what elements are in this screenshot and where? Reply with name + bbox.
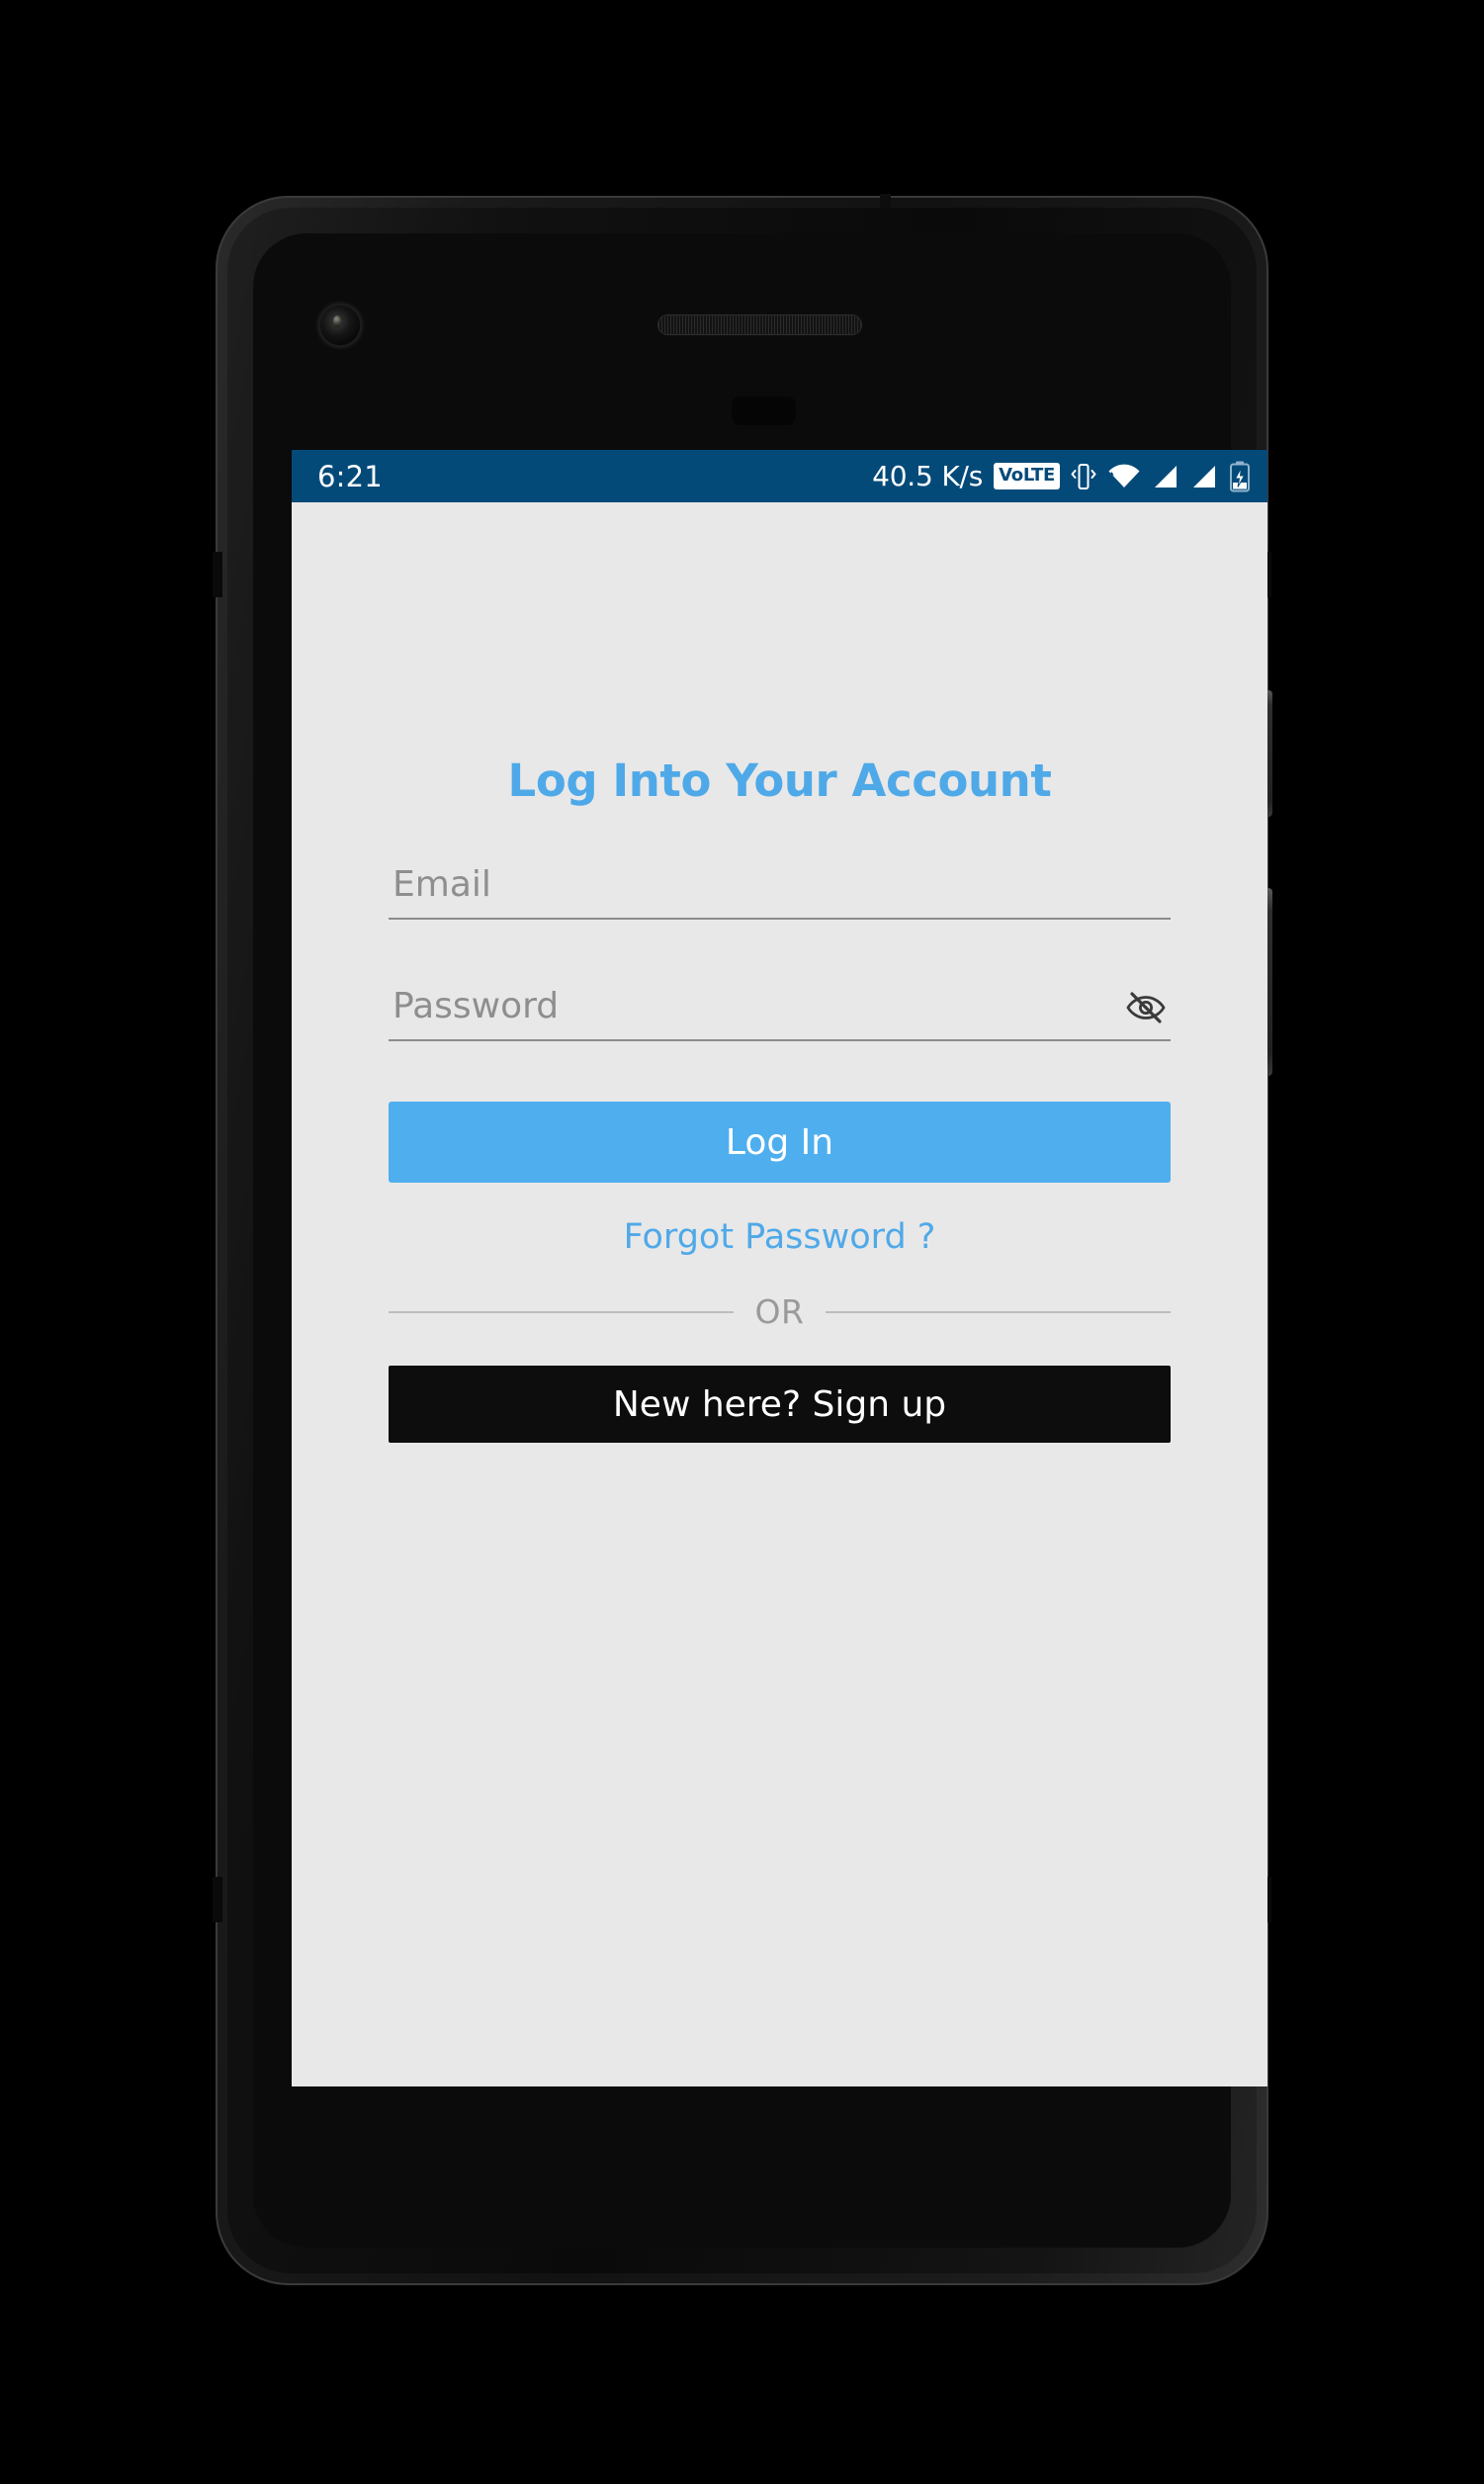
phone-screen: 6:21 40.5 K/s VoLTE Log Into Your Accoun… bbox=[292, 450, 1267, 2086]
proximity-sensor-icon bbox=[732, 397, 796, 425]
signup-button[interactable]: New here? Sign up bbox=[389, 1366, 1171, 1443]
or-divider: OR bbox=[389, 1292, 1171, 1331]
signal-sim1-icon bbox=[1152, 463, 1179, 490]
email-field[interactable] bbox=[389, 864, 1171, 920]
front-camera-icon bbox=[320, 306, 360, 345]
wifi-icon bbox=[1107, 463, 1141, 490]
status-bar-clock: 6:21 bbox=[317, 459, 383, 493]
volte-badge-icon: VoLTE bbox=[994, 463, 1060, 489]
status-bar-indicators: 40.5 K/s VoLTE bbox=[872, 460, 1251, 492]
network-speed-text: 40.5 K/s bbox=[872, 460, 984, 492]
phone-device-frame: 6:21 40.5 K/s VoLTE Log Into Your Accoun… bbox=[213, 194, 1272, 2285]
phone-inner-bezel: 6:21 40.5 K/s VoLTE Log Into Your Accoun… bbox=[227, 208, 1267, 2273]
login-screen-body: Log Into Your Account Email Log In Forgo… bbox=[292, 502, 1267, 2086]
login-form: Log Into Your Account Email Log In Forgo… bbox=[292, 754, 1267, 1443]
forgot-password-link[interactable]: Forgot Password ? bbox=[389, 1217, 1171, 1257]
or-divider-label: OR bbox=[754, 1292, 805, 1331]
vibrate-icon bbox=[1071, 462, 1096, 491]
phone-front-glass: 6:21 40.5 K/s VoLTE Log Into Your Accoun… bbox=[253, 233, 1267, 2248]
eye-off-icon[interactable] bbox=[1123, 986, 1169, 1029]
password-input[interactable] bbox=[393, 986, 1171, 1026]
antenna-band-left bbox=[213, 552, 222, 597]
divider-rule-left bbox=[389, 1310, 734, 1313]
battery-charging-icon bbox=[1229, 461, 1251, 492]
antenna-band-left-lower bbox=[213, 1877, 222, 1922]
divider-rule-right bbox=[826, 1310, 1171, 1313]
login-button[interactable]: Log In bbox=[389, 1102, 1171, 1183]
status-bar: 6:21 40.5 K/s VoLTE bbox=[292, 450, 1267, 502]
page-title: Log Into Your Account bbox=[507, 754, 1052, 807]
email-input[interactable] bbox=[393, 864, 1171, 905]
password-field[interactable] bbox=[389, 986, 1171, 1041]
earpiece-speaker-icon bbox=[658, 315, 861, 334]
signal-sim2-icon bbox=[1190, 463, 1218, 490]
